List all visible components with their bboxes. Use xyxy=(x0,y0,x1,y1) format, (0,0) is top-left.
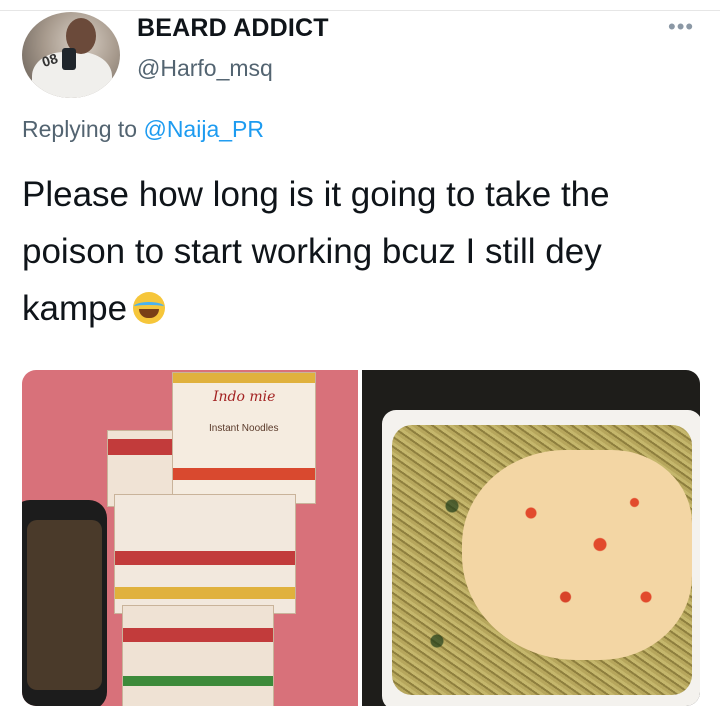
box-band xyxy=(123,676,273,686)
noodle-box xyxy=(122,605,274,706)
box-band xyxy=(115,551,295,565)
avatar[interactable]: 08 xyxy=(22,12,120,98)
replying-to-label: Replying to xyxy=(22,116,138,142)
author-handle[interactable]: @Harfo_msq xyxy=(137,55,273,82)
scrambled-eggs xyxy=(462,450,692,660)
noodle-box xyxy=(114,494,296,614)
top-divider xyxy=(0,10,720,11)
box-band xyxy=(173,373,315,383)
replying-to-line: Replying to @Naija_PR xyxy=(22,116,264,143)
box-text: Instant Noodles xyxy=(209,423,279,434)
tweet-body: Please how long is it going to take the … xyxy=(22,175,610,328)
box-logo: Indo mie xyxy=(213,389,276,405)
pot-contents xyxy=(27,520,102,690)
reply-mention-link[interactable]: @Naija_PR xyxy=(143,116,264,142)
tweet-text: Please how long is it going to take the … xyxy=(22,166,702,337)
author-name[interactable]: BEARD ADDICT xyxy=(137,14,329,43)
media-photo-right[interactable] xyxy=(362,370,700,706)
media-photo-left[interactable]: Indo mie Instant Noodles xyxy=(22,370,358,706)
more-options-icon[interactable]: ••• xyxy=(668,14,694,40)
face-with-tears-of-joy-icon xyxy=(133,292,166,324)
noodle-box: Indo mie Instant Noodles xyxy=(172,372,316,504)
box-band xyxy=(115,587,295,599)
box-band xyxy=(173,468,315,480)
box-band xyxy=(123,628,273,642)
avatar-phone xyxy=(62,48,76,70)
